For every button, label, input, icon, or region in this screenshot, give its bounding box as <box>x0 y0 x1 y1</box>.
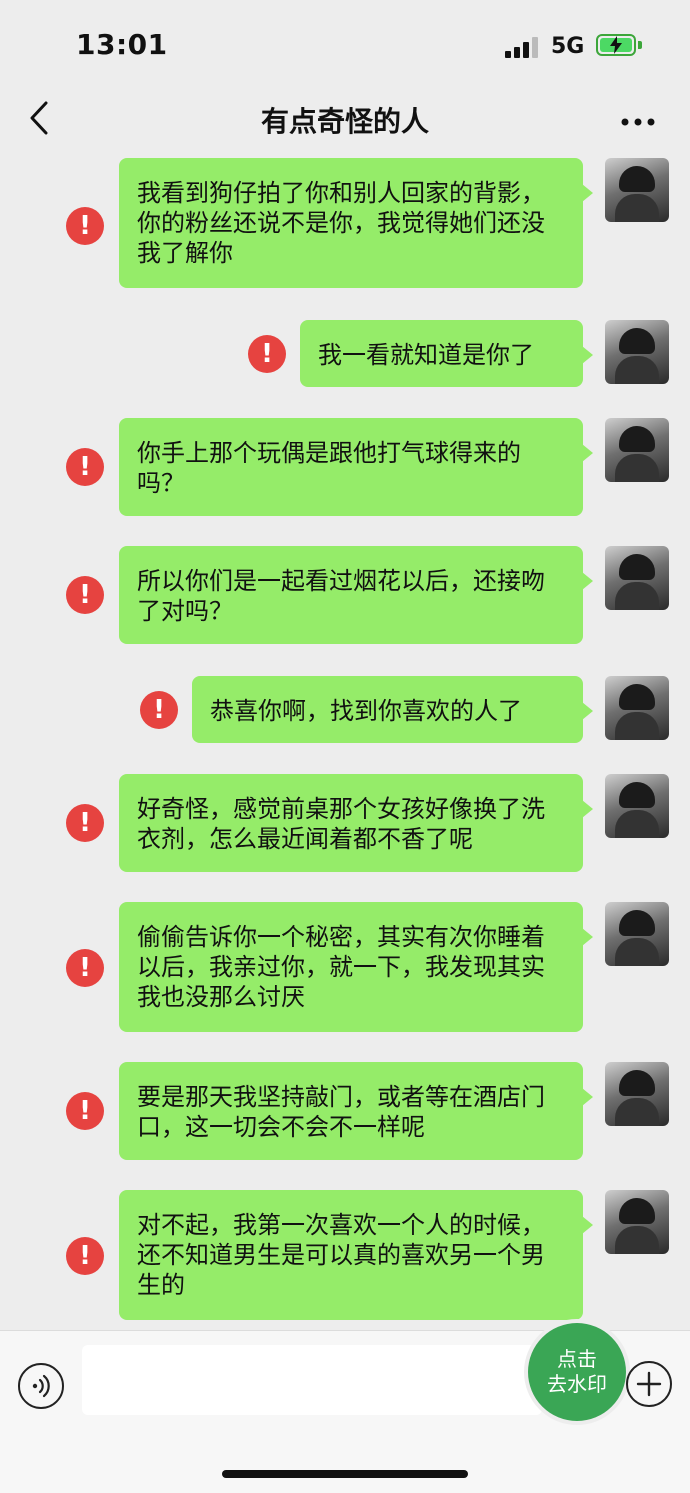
battery-charging-icon <box>596 34 636 56</box>
send-failed-icon[interactable]: ! <box>66 1092 104 1130</box>
message-bubble[interactable]: 恭喜你啊，找到你喜欢的人了 <box>192 676 593 743</box>
send-failed-icon[interactable]: ! <box>66 949 104 987</box>
chat-title: 有点奇怪的人 <box>260 105 429 138</box>
message-list[interactable]: ! 我看到狗仔拍了你和别人回家的背影，你的粉丝还说不是你，我觉得她们还没我了解你… <box>0 154 690 1330</box>
status-bar: 13:01 5G <box>0 0 690 90</box>
send-failed-icon[interactable]: ! <box>248 335 286 373</box>
message-bubble[interactable]: 偷偷告诉你一个秘密，其实有次你睡着以后，我亲过你，就一下，我发现其实我也没那么讨… <box>119 902 593 1032</box>
battery-cap <box>638 41 642 49</box>
remove-watermark-button[interactable]: 点击 去水印 <box>528 1323 626 1421</box>
avatar[interactable] <box>605 320 669 384</box>
message-input[interactable] <box>82 1345 542 1415</box>
input-bar: 点击 去水印 <box>0 1323 690 1493</box>
send-failed-icon[interactable]: ! <box>66 576 104 614</box>
signal-bars-icon <box>505 36 539 58</box>
plus-icon[interactable] <box>626 1361 672 1407</box>
watermark-label-line2: 去水印 <box>547 1372 607 1396</box>
message-bubble[interactable]: 对不起，我第一次喜欢一个人的时候，还不知道男生是可以真的喜欢另一个男生的 <box>119 1190 593 1320</box>
watermark-label-line1: 点击 <box>557 1347 597 1371</box>
nav-bar: 有点奇怪的人 <box>0 90 690 154</box>
message-bubble[interactable]: 好奇怪，感觉前桌那个女孩好像换了洗衣剂，怎么最近闻着都不香了呢 <box>119 774 593 872</box>
voice-icon[interactable] <box>18 1363 64 1409</box>
avatar[interactable] <box>605 1190 669 1254</box>
avatar[interactable] <box>605 676 669 740</box>
avatar[interactable] <box>605 546 669 610</box>
home-indicator <box>222 1470 468 1478</box>
send-failed-icon[interactable]: ! <box>66 207 104 245</box>
status-time: 13:01 <box>76 28 168 61</box>
message-bubble[interactable]: 我看到狗仔拍了你和别人回家的背影，你的粉丝还说不是你，我觉得她们还没我了解你 <box>119 158 593 288</box>
avatar[interactable] <box>605 774 669 838</box>
avatar[interactable] <box>605 418 669 482</box>
message-bubble[interactable]: 所以你们是一起看过烟花以后，还接吻了对吗？ <box>119 546 593 644</box>
message-bubble[interactable]: 我一看就知道是你了 <box>300 320 593 387</box>
message-bubble[interactable]: 要是那天我坚持敲门，或者等在酒店门口，这一切会不会不一样呢 <box>119 1062 593 1160</box>
more-dots-icon[interactable] <box>620 112 656 126</box>
send-failed-icon[interactable]: ! <box>66 804 104 842</box>
send-failed-icon[interactable]: ! <box>66 448 104 486</box>
send-failed-icon[interactable]: ! <box>66 1237 104 1275</box>
send-failed-icon[interactable]: ! <box>140 691 178 729</box>
network-label: 5G <box>551 34 585 59</box>
avatar[interactable] <box>605 902 669 966</box>
avatar[interactable] <box>605 158 669 222</box>
avatar[interactable] <box>605 1062 669 1126</box>
message-bubble[interactable]: 你手上那个玩偶是跟他打气球得来的吗？ <box>119 418 593 516</box>
